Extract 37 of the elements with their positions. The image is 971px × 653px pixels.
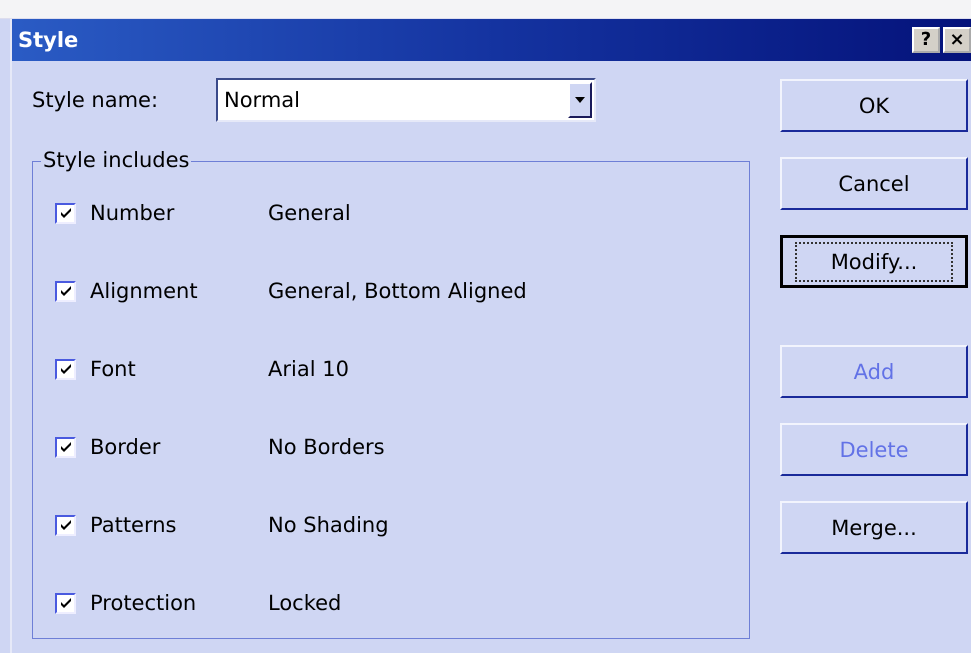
group-title: Style includes	[41, 148, 192, 172]
check-icon	[58, 518, 72, 532]
checkbox-label[interactable]: Border	[90, 435, 268, 459]
dialog-button[interactable]: Modify...	[780, 235, 968, 288]
setting-value: General, Bottom Aligned	[268, 279, 527, 303]
help-button[interactable]: ?	[912, 27, 940, 53]
close-button[interactable]: ×	[943, 27, 971, 53]
check-icon	[58, 440, 72, 454]
check-icon	[58, 596, 72, 610]
setting-value: Locked	[268, 591, 342, 615]
style-name-value: Normal	[223, 88, 300, 112]
check-icon	[58, 362, 72, 376]
setting-value: General	[268, 201, 351, 225]
checkbox-label[interactable]: Patterns	[90, 513, 268, 537]
setting-value: No Borders	[268, 435, 385, 459]
style-name-label: Style name:	[32, 88, 160, 112]
checkbox-label[interactable]: Number	[90, 201, 268, 225]
checkbox[interactable]	[55, 592, 76, 614]
dropdown-button[interactable]	[568, 82, 592, 118]
checkbox-label[interactable]: Alignment	[90, 279, 268, 303]
dialog-button[interactable]: OK	[780, 79, 968, 132]
check-icon	[58, 206, 72, 220]
checkbox-label[interactable]: Protection	[90, 591, 268, 615]
checkbox[interactable]	[55, 202, 76, 224]
caret-icon	[575, 97, 585, 103]
checkbox[interactable]	[55, 280, 76, 302]
checkbox-label[interactable]: Font	[90, 357, 268, 381]
checkbox[interactable]	[55, 436, 76, 458]
setting-value: Arial 10	[268, 357, 349, 381]
check-icon	[58, 284, 72, 298]
dialog-button[interactable]: Cancel	[780, 157, 968, 210]
style-name-dropdown[interactable]: Normal	[216, 78, 596, 122]
checkbox[interactable]	[55, 514, 76, 536]
dialog-button[interactable]: Merge...	[780, 501, 968, 554]
window-title: Style	[17, 28, 78, 52]
setting-value: No Shading	[268, 513, 389, 537]
checkbox[interactable]	[55, 358, 76, 380]
